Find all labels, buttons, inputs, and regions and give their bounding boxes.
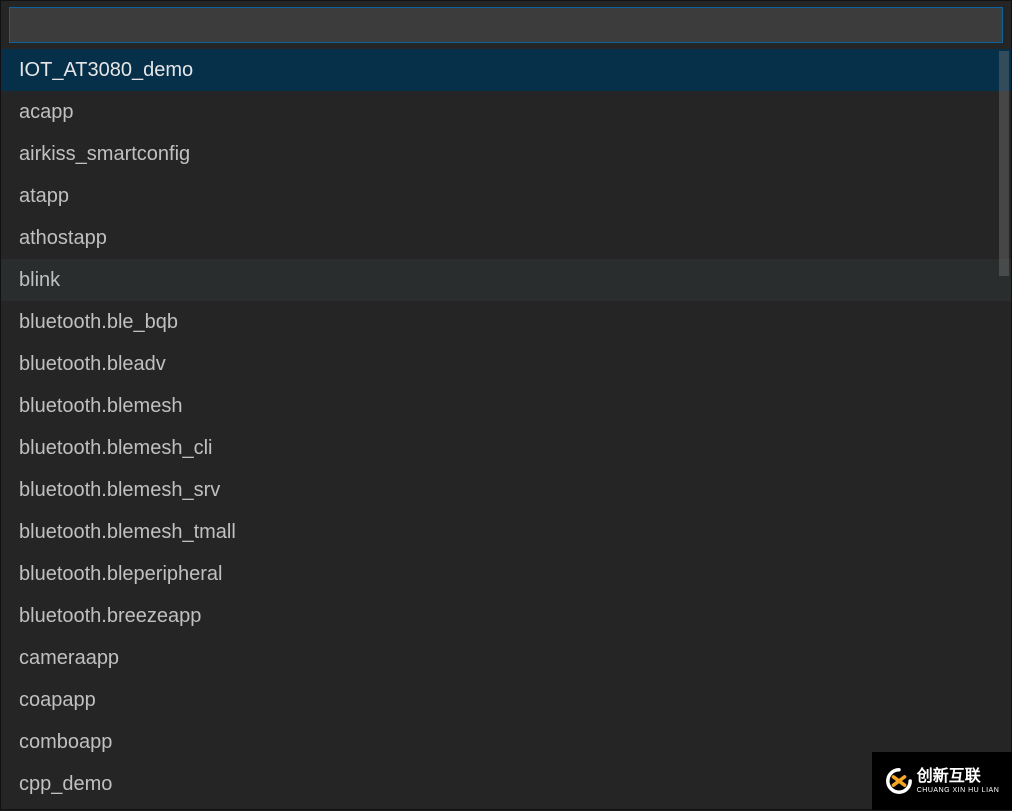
list-item[interactable]: bluetooth.blemesh (1, 385, 1011, 427)
list-item[interactable]: bluetooth.bleadv (1, 343, 1011, 385)
list-item[interactable]: airkiss_smartconfig (1, 133, 1011, 175)
brand-logo: 创新互联 CHUANG XIN HU LIAN (872, 752, 1012, 810)
list-item[interactable]: bluetooth.breezeapp (1, 595, 1011, 637)
list-item[interactable]: comboapp (1, 721, 1011, 763)
list-item[interactable]: bluetooth.ble_bqb (1, 301, 1011, 343)
quick-pick-panel: IOT_AT3080_demoacappairkiss_smartconfiga… (0, 0, 1012, 810)
list-item[interactable]: cameraapp (1, 637, 1011, 679)
list-item[interactable]: bluetooth.blemesh_srv (1, 469, 1011, 511)
scrollbar-track[interactable] (997, 51, 1011, 811)
logo-mark: 创新互联 CHUANG XIN HU LIAN (885, 767, 1000, 795)
quick-pick-list: IOT_AT3080_demoacappairkiss_smartconfiga… (1, 49, 1011, 809)
logo-text-cn: 创新互联 (917, 769, 1000, 785)
logo-icon (885, 767, 913, 795)
list-item[interactable]: atapp (1, 175, 1011, 217)
scrollbar-thumb[interactable] (999, 51, 1009, 276)
list-item[interactable]: bluetooth.blemesh_tmall (1, 511, 1011, 553)
logo-text: 创新互联 CHUANG XIN HU LIAN (917, 769, 1000, 794)
logo-text-en: CHUANG XIN HU LIAN (917, 787, 1000, 794)
list-item[interactable]: cpp_demo (1, 763, 1011, 805)
list-item[interactable]: bluetooth.bleperipheral (1, 553, 1011, 595)
input-wrapper (1, 1, 1011, 49)
list-item[interactable]: IOT_AT3080_demo (1, 49, 1011, 91)
list-item[interactable]: coapapp (1, 679, 1011, 721)
list-item[interactable]: cryptotest (1, 805, 1011, 809)
list-item[interactable]: acapp (1, 91, 1011, 133)
list-item[interactable]: bluetooth.blemesh_cli (1, 427, 1011, 469)
list-item[interactable]: blink (1, 259, 1011, 301)
list-item[interactable]: athostapp (1, 217, 1011, 259)
quick-filter-input[interactable] (9, 7, 1003, 43)
